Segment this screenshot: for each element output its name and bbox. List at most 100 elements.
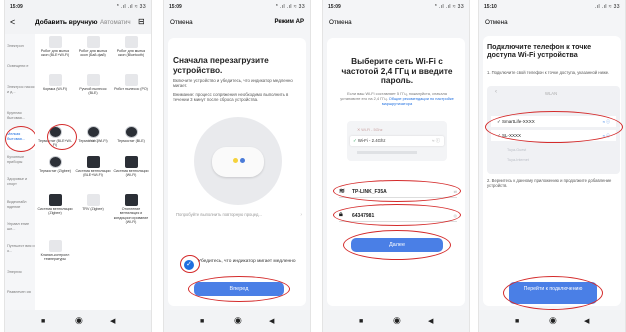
valve-icon bbox=[48, 240, 62, 252]
recent-apps-icon[interactable]: ■ bbox=[200, 317, 204, 326]
router-guide-link[interactable]: Общие рекомендации по настройке маршрути… bbox=[382, 96, 454, 106]
device-item[interactable]: Система вентиляции (BLE+Wi-Fi) bbox=[75, 156, 111, 178]
thermostat-icon bbox=[124, 126, 138, 138]
device-item[interactable]: Кормка (Wi-Fi) bbox=[37, 74, 73, 91]
device-item[interactable]: TRV (Zigbee) bbox=[75, 194, 111, 211]
sidebar-item[interactable]: Кухонные приборы bbox=[5, 155, 35, 165]
status-bar: 15:09 * .ıl .ıl ≈ 33 bbox=[164, 0, 310, 12]
chevron-left-icon: ‹ bbox=[495, 89, 497, 95]
highlight-ellipse bbox=[503, 276, 603, 310]
back-nav-icon[interactable]: ◀ bbox=[584, 317, 589, 326]
sidebar-item[interactable]: Видеонабл юдение bbox=[5, 200, 35, 210]
device-item[interactable]: Отопление вентиляция и кондицион ировани… bbox=[113, 194, 149, 224]
scan-icon[interactable]: ⊟ bbox=[138, 17, 145, 26]
system-nav-bar: ■ ◉ ◀ bbox=[323, 310, 469, 332]
device-item[interactable]: Робот для мытья окон (Бай-фай) bbox=[75, 36, 111, 58]
back-icon[interactable]: < bbox=[10, 18, 15, 27]
device-item[interactable]: Ручной пылесос (BLE) bbox=[75, 74, 111, 96]
cancel-button[interactable]: Отмена bbox=[170, 19, 193, 26]
back-nav-icon[interactable]: ◀ bbox=[110, 317, 115, 326]
instruction-text: Если ваш Wi-Fi составляет 5 ГГц, пожалуй… bbox=[340, 91, 454, 106]
page-title: Добавить вручную bbox=[35, 19, 98, 26]
confirm-label: Убедитесь, что индикатор мигает медленно bbox=[198, 259, 296, 264]
phone-reset-device: 15:09 * .ıl .ıl ≈ 33 Отмена Режим AP Сна… bbox=[163, 0, 311, 332]
highlight-ellipse bbox=[47, 124, 77, 150]
faint-network: Tuya-Guest bbox=[507, 148, 527, 152]
status-icons: .ıl .ıl ≈ 33 bbox=[594, 4, 620, 10]
back-nav-icon[interactable]: ◀ bbox=[269, 317, 274, 326]
wlan-label: WLAN bbox=[545, 91, 558, 96]
device-item[interactable]: Робот пылесос (PO) bbox=[113, 74, 149, 91]
cancel-button[interactable]: Отмена bbox=[485, 19, 508, 26]
status-time: 15:09 bbox=[10, 4, 23, 10]
sidebar-item[interactable]: Освещени е bbox=[5, 64, 35, 69]
sidebar-item[interactable]: Путешест вия и о... bbox=[5, 244, 35, 254]
status-bar: 15:09 * .ıl .ıl ≈ 33 bbox=[323, 0, 469, 12]
check-icon: ✓ bbox=[353, 138, 357, 143]
home-icon[interactable]: ◉ bbox=[549, 316, 557, 325]
sidebar-item[interactable]: Развлечен ия bbox=[5, 290, 35, 295]
device-icon bbox=[124, 36, 138, 48]
trv-icon bbox=[86, 194, 100, 206]
phone-select-wifi: 15:09 * .ıl .ıl ≈ 33 Отмена Выберите сет… bbox=[322, 0, 470, 332]
recent-apps-icon[interactable]: ■ bbox=[41, 317, 45, 326]
device-item[interactable]: Термостат (BLE) bbox=[113, 126, 149, 143]
highlight-ellipse bbox=[5, 126, 37, 152]
wifi-24g-row: ✓ Wi-Fi - 2.4Ghz ≈ ⓘ bbox=[350, 136, 444, 146]
header: Отмена Режим AP bbox=[164, 16, 310, 30]
highlight-ellipse bbox=[188, 276, 290, 302]
device-grid: Робот для мытья окон (BLE+Wi-Fi) Робот д… bbox=[35, 34, 151, 318]
status-bar: 15:10 .ıl .ıl ≈ 33 bbox=[479, 0, 625, 12]
device-icon bbox=[86, 74, 100, 86]
recent-apps-icon[interactable]: ■ bbox=[515, 317, 519, 326]
wifi-band-illustration: ✕ Wi-Fi - 5Ghz ✓ Wi-Fi - 2.4Ghz ≈ ⓘ bbox=[347, 121, 447, 161]
home-icon[interactable]: ◉ bbox=[234, 316, 242, 325]
ap-mode-button[interactable]: Режим AP bbox=[275, 19, 305, 25]
sidebar-item[interactable]: Крупная бытовая... bbox=[5, 111, 35, 121]
category-sidebar: Электрон Освещени е Электрос насос и д..… bbox=[5, 34, 35, 318]
highlight-ellipse bbox=[333, 204, 461, 226]
alternate-reset-link[interactable]: Попробуйте выполнить повторную процед... bbox=[176, 212, 302, 217]
page-title: Выберите сеть Wi-Fi с частотой 2,4 ГГц и… bbox=[341, 56, 453, 85]
tab-auto[interactable]: Автоматич bbox=[100, 19, 131, 26]
hvac-icon bbox=[124, 194, 138, 206]
step-1-text: 1. Подключите свой телефон к точке досту… bbox=[487, 70, 610, 75]
sidebar-item[interactable]: Энергия bbox=[5, 270, 35, 275]
indicator-light bbox=[233, 158, 238, 163]
wifi-icon: ≈ ⓘ bbox=[432, 138, 440, 143]
back-nav-icon[interactable]: ◀ bbox=[428, 317, 433, 326]
indicator-light bbox=[240, 158, 245, 163]
home-icon[interactable]: ◉ bbox=[393, 316, 401, 325]
device-item[interactable]: Робот для мытья окон (BLE+Wi-Fi) bbox=[37, 36, 73, 58]
sidebar-item[interactable]: Здоровье и спорт bbox=[5, 177, 35, 187]
page-title: Подключите телефон к точке доступа Wi-Fi… bbox=[487, 42, 592, 60]
recent-apps-icon[interactable]: ■ bbox=[359, 317, 363, 326]
placeholder-row bbox=[357, 151, 417, 154]
header: Отмена bbox=[479, 16, 625, 30]
sidebar-item[interactable]: Управл ение шл... bbox=[5, 222, 35, 232]
header: Отмена bbox=[323, 16, 469, 30]
sidebar-item[interactable]: Электрон bbox=[5, 44, 35, 49]
thermostat-icon bbox=[86, 126, 100, 138]
status-time: 15:09 bbox=[328, 4, 341, 10]
chevron-right-icon: › bbox=[300, 212, 302, 218]
status-bar: 15:09 * .ıl .ıl ≈ 33 bbox=[5, 0, 151, 12]
home-icon[interactable]: ◉ bbox=[75, 316, 83, 325]
status-icons: * .ıl .ıl ≈ 33 bbox=[434, 4, 464, 10]
device-icon bbox=[86, 36, 100, 48]
cancel-button[interactable]: Отмена bbox=[329, 19, 352, 26]
instruction-text: Включите устройство и убедитесь, что инд… bbox=[173, 78, 293, 89]
device-item[interactable]: Система вентиляции (Zigbee) bbox=[37, 194, 73, 216]
device-illustration bbox=[194, 117, 282, 205]
device-body bbox=[212, 147, 264, 177]
device-item[interactable]: Термостат (Zigbee) bbox=[37, 156, 73, 173]
device-item[interactable]: Клапан-контролл температуры bbox=[37, 240, 73, 262]
highlight-ellipse bbox=[485, 111, 623, 143]
sidebar-item[interactable]: Электрос насос и д... bbox=[5, 85, 35, 95]
header: < Добавить вручную Автоматич ⊟ bbox=[5, 16, 151, 30]
device-item[interactable]: Система вентиляции (Wi-Fi) bbox=[113, 156, 149, 178]
device-item[interactable]: Робот для мытья окон (Bluetooth) bbox=[113, 36, 149, 58]
ventilation-icon bbox=[48, 194, 62, 206]
device-item[interactable]: Термостат (Wi-Fi) bbox=[75, 126, 111, 143]
ventilation-icon bbox=[124, 156, 138, 168]
